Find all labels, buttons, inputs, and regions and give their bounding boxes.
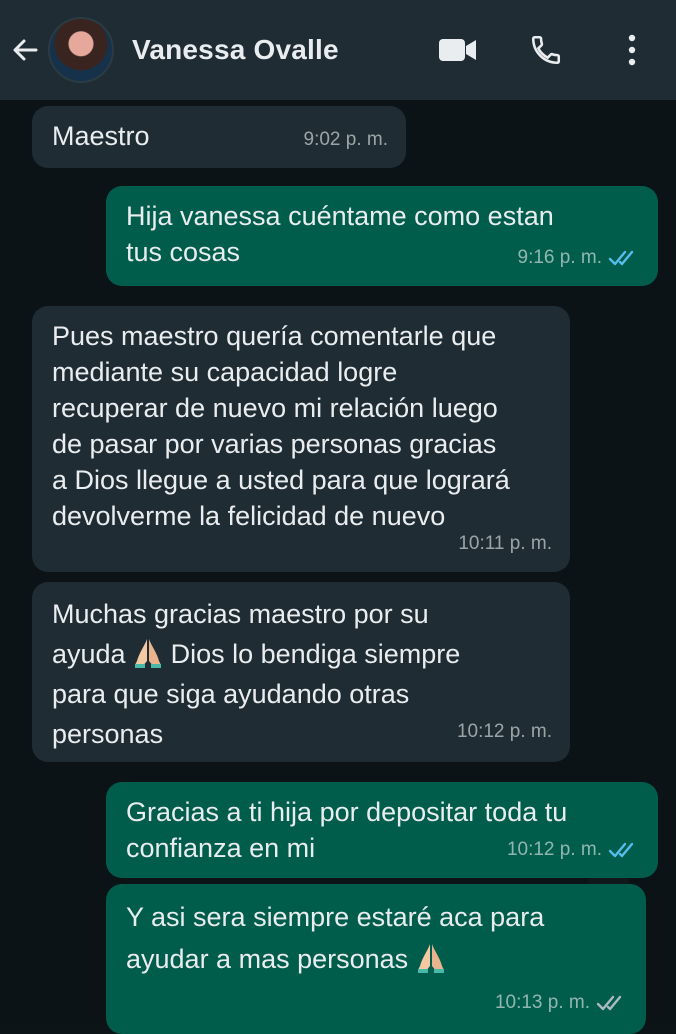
phone-icon[interactable]: [526, 30, 566, 70]
double-check-icon: [608, 842, 634, 858]
message-time: 10:12 p. m.: [456, 721, 552, 742]
message-text-line: ayuda Dios lo bendiga siempre: [52, 634, 552, 674]
chat-header: Vanessa Ovalle: [0, 0, 676, 100]
message-incoming[interactable]: Muchas gracias maestro por su ayuda Dios…: [32, 582, 570, 762]
message-text-line: Muchas gracias maestro por su: [52, 599, 429, 629]
folded-hands-emoji: [417, 944, 444, 973]
message-outgoing[interactable]: Gracias a ti hija por depositar toda tu …: [106, 782, 658, 878]
folded-hands-emoji: [135, 639, 162, 668]
message-text-line: a Dios llegue a usted para que logrará: [52, 465, 510, 495]
message-text-line: Hija vanessa cuéntame como estan: [126, 201, 554, 231]
message-text-fragment: ayuda: [52, 639, 134, 669]
message-text-fragment: Dios lo bendiga siempre: [163, 639, 461, 669]
avatar[interactable]: [48, 17, 114, 83]
arrow-left-icon[interactable]: [12, 37, 38, 63]
message-text-line: recuperar de nuevo mi relación luego: [52, 393, 498, 423]
message-text-line: para que siga ayudando otras: [52, 679, 410, 709]
message-text-line: Gracias a ti hija por depositar toda tu: [126, 797, 568, 827]
message-text-line: de pasar por varias personas gracias: [52, 429, 497, 459]
message-incoming[interactable]: Maestro 9:02 p. m.: [32, 106, 406, 168]
double-check-icon: [608, 250, 634, 266]
message-time: 10:13 p. m.: [494, 992, 590, 1013]
message-list[interactable]: Maestro 9:02 p. m. Hija vanessa cuéntame…: [0, 100, 676, 1034]
more-vert-icon[interactable]: [612, 30, 652, 70]
contact-name[interactable]: Vanessa Ovalle: [132, 34, 438, 66]
message-text-line: ayudar a mas personas: [126, 938, 628, 980]
message-time: 10:12 p. m.: [506, 839, 602, 860]
message-text-line: Y asi sera siempre estaré aca para: [126, 902, 545, 932]
message-text-fragment: ayudar a mas personas: [126, 944, 416, 974]
message-text-line: mediante su capacidad logre: [52, 357, 398, 387]
message-outgoing[interactable]: Y asi sera siempre estaré aca para ayuda…: [106, 884, 646, 1034]
message-outgoing[interactable]: Hija vanessa cuéntame como estan tus cos…: [106, 186, 658, 286]
message-time: 9:16 p. m.: [517, 247, 603, 268]
video-call-icon[interactable]: [438, 30, 478, 70]
message-incoming[interactable]: Pues maestro quería comentarle que media…: [32, 306, 570, 572]
message-time: 10:11 p. m.: [458, 533, 552, 554]
double-check-icon: [596, 995, 622, 1011]
message-text-line: Pues maestro quería comentarle que: [52, 321, 497, 351]
message-time: 9:02 p. m.: [303, 129, 389, 150]
